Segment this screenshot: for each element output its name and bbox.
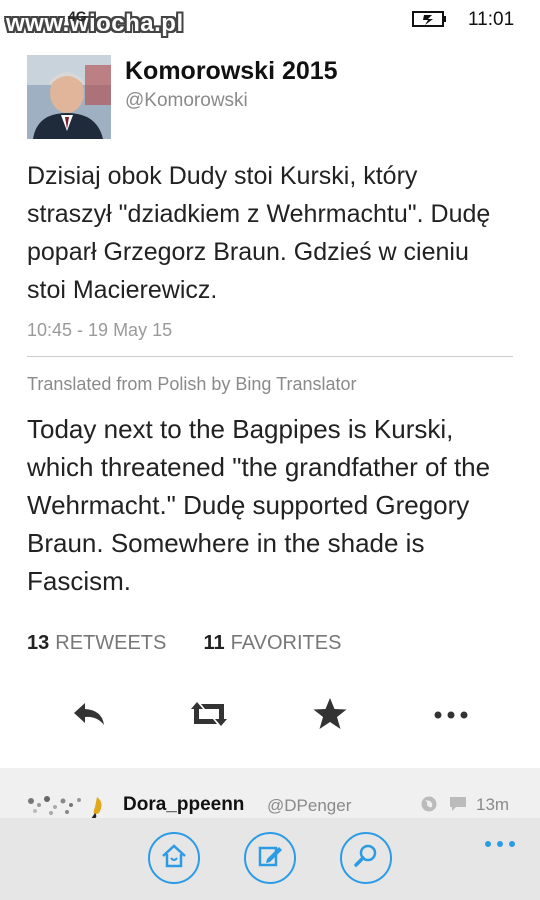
- favorite-button[interactable]: [300, 690, 360, 742]
- reply-icon: [71, 700, 107, 733]
- search-icon: [352, 842, 380, 875]
- compose-icon: [256, 842, 284, 875]
- more-button[interactable]: [421, 690, 481, 742]
- battery-icon: [412, 9, 452, 34]
- retweets-label: RETWEETS: [55, 632, 167, 654]
- translated-text: Today next to the Bagpipes is Kurski, wh…: [27, 414, 491, 596]
- home-button[interactable]: [148, 832, 200, 884]
- retweet-icon: [187, 699, 231, 734]
- reply-author-handle: @DPenger: [267, 796, 352, 815]
- tweet-text: Dzisiaj obok Dudy stoi Kurski, który str…: [27, 162, 491, 304]
- more-icon: [431, 707, 471, 725]
- app-bar: [0, 818, 540, 900]
- avatar[interactable]: [27, 55, 111, 139]
- retweets-stat[interactable]: 13 RETWEETS: [27, 632, 172, 654]
- status-bar: www.wiocha.pl 4G 11:01: [0, 0, 540, 44]
- author-name[interactable]: Komorowski 2015: [125, 57, 338, 86]
- reply-author-name[interactable]: Dora_ppeenn: [123, 794, 244, 816]
- divider: [27, 356, 513, 357]
- tweet-actions: [0, 690, 540, 742]
- home-icon: [160, 842, 188, 875]
- signal-indicator: 4G: [68, 8, 87, 24]
- reply-avatar[interactable]: [25, 793, 109, 821]
- watermark: www.wiocha.pl: [6, 10, 184, 37]
- favorite-icon: [312, 697, 348, 736]
- author-handle[interactable]: @Komorowski: [125, 90, 248, 112]
- tweet-timestamp: 10:45 - 19 May 15: [27, 320, 173, 340]
- globe-icon: [420, 796, 442, 817]
- compose-button[interactable]: [244, 832, 296, 884]
- favorites-count: 11: [203, 632, 225, 654]
- search-button[interactable]: [340, 832, 392, 884]
- app-bar-more-button[interactable]: [484, 828, 516, 854]
- retweets-count: 13: [27, 632, 50, 654]
- clock: 11:01: [468, 9, 515, 30]
- more-icon: [484, 828, 516, 853]
- tweet-stats: 13 RETWEETS 11 FAVORITES: [27, 632, 341, 655]
- reply-age: 13m: [476, 795, 510, 814]
- favorites-stat[interactable]: 11 FAVORITES: [204, 632, 342, 654]
- reply-button[interactable]: [59, 690, 119, 742]
- comment-icon: [448, 797, 468, 817]
- retweet-button[interactable]: [179, 690, 239, 742]
- favorites-label: FAVORITES: [230, 632, 342, 654]
- reply-meta: [420, 795, 468, 818]
- translation-note: Translated from Polish by Bing Translato…: [27, 374, 357, 394]
